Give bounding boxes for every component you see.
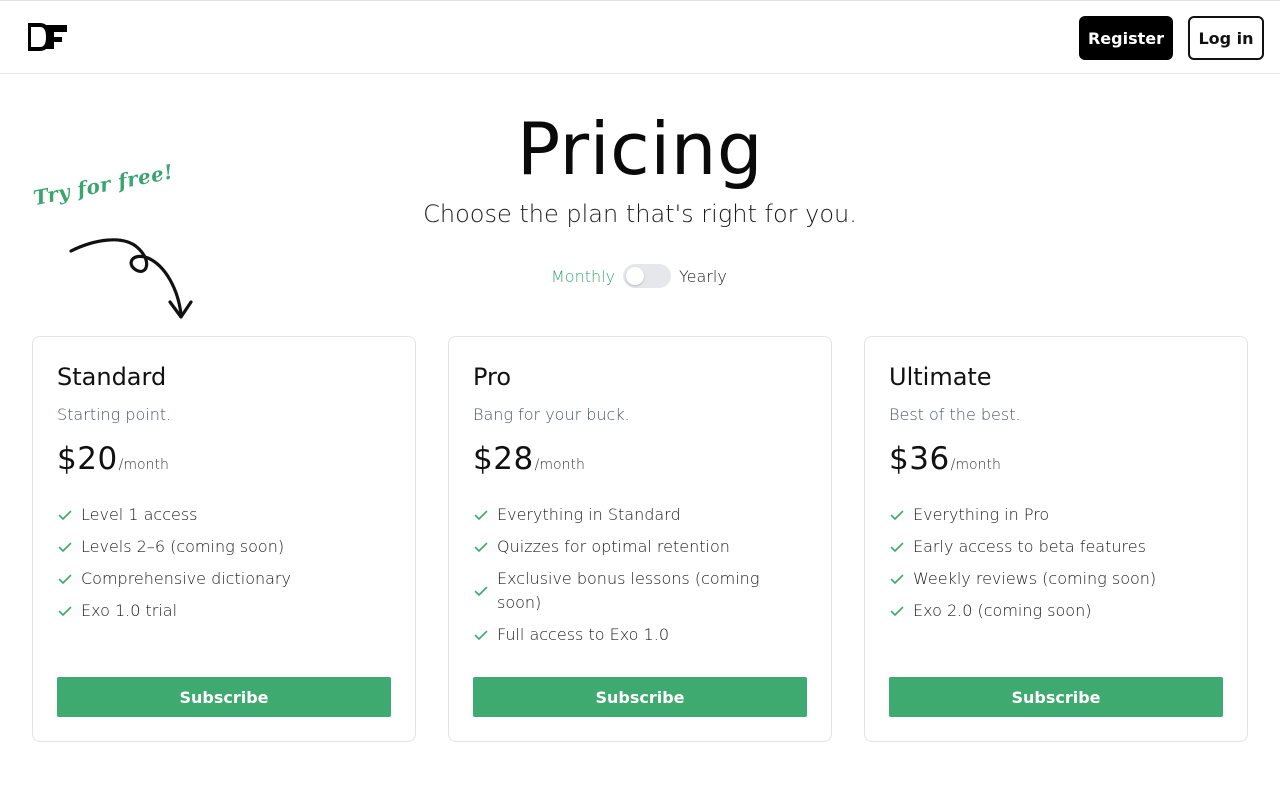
plan-card-standard: Standard Starting point. $20 /month Leve… (32, 336, 416, 742)
feature-item: Comprehensive dictionary (57, 567, 377, 591)
check-icon (58, 542, 72, 552)
feature-item: Weekly reviews (coming soon) (889, 567, 1209, 591)
feature-item: Levels 2–6 (coming soon) (57, 535, 377, 559)
site-header: Register Log in (0, 1, 1280, 74)
plan-price: $28 /month (473, 441, 585, 477)
check-icon (58, 606, 72, 616)
pricing-page: Register Log in Pricing Choose the plan … (0, 0, 1280, 800)
price-amount: $28 (473, 441, 534, 477)
feature-text: Quizzes for optimal retention (497, 537, 730, 556)
feature-text: Everything in Pro (913, 505, 1050, 524)
check-icon (474, 510, 488, 520)
feature-text: Full access to Exo 1.0 (497, 625, 669, 644)
feature-text: Levels 2–6 (coming soon) (81, 537, 285, 556)
plan-card-pro: Pro Bang for your buck. $28 /month Every… (448, 336, 832, 742)
price-amount: $36 (889, 441, 950, 477)
feature-text: Level 1 access (81, 505, 198, 524)
price-period: /month (534, 457, 585, 473)
price-period: /month (950, 457, 1001, 473)
switch-knob (626, 267, 644, 285)
plan-tagline: Bang for your buck. (473, 405, 630, 424)
check-icon (890, 606, 904, 616)
monthly-label[interactable]: Monthly (551, 267, 615, 286)
check-icon (474, 586, 488, 596)
check-icon (474, 630, 488, 640)
plan-name: Standard (57, 363, 167, 391)
check-icon (58, 574, 72, 584)
feature-item: Everything in Pro (889, 503, 1209, 527)
plan-tagline: Best of the best. (889, 405, 1021, 424)
df-logo-icon[interactable] (28, 23, 68, 51)
billing-toggle: Monthly Yearly (0, 263, 1280, 289)
feature-text: Exo 2.0 (coming soon) (913, 601, 1092, 620)
plan-price: $20 /month (57, 441, 169, 477)
feature-list: Everything in Pro Early access to beta f… (889, 503, 1209, 631)
login-button[interactable]: Log in (1188, 16, 1264, 60)
page-subtitle: Choose the plan that's right for you. (423, 200, 857, 228)
price-period: /month (118, 457, 169, 473)
billing-period-switch[interactable] (623, 264, 671, 288)
feature-text: Exclusive bonus lessons (coming soon) (497, 569, 760, 612)
feature-text: Exo 1.0 trial (81, 601, 178, 620)
feature-item: Everything in Standard (473, 503, 793, 527)
check-icon (890, 510, 904, 520)
plan-tagline: Starting point. (57, 405, 172, 424)
yearly-label[interactable]: Yearly (679, 267, 727, 286)
feature-text: Early access to beta features (913, 537, 1146, 556)
check-icon (474, 542, 488, 552)
feature-item: Full access to Exo 1.0 (473, 623, 793, 647)
plan-card-ultimate: Ultimate Best of the best. $36 /month Ev… (864, 336, 1248, 742)
register-button[interactable]: Register (1079, 16, 1173, 60)
feature-list: Everything in Standard Quizzes for optim… (473, 503, 793, 655)
feature-item: Exo 1.0 trial (57, 599, 377, 623)
feature-list: Level 1 access Levels 2–6 (coming soon) … (57, 503, 377, 631)
feature-text: Comprehensive dictionary (81, 569, 291, 588)
subscribe-button-ultimate[interactable]: Subscribe (889, 677, 1223, 717)
feature-item: Early access to beta features (889, 535, 1209, 559)
plan-name: Pro (473, 363, 512, 391)
feature-text: Weekly reviews (coming soon) (913, 569, 1157, 588)
check-icon (890, 542, 904, 552)
subscribe-button-standard[interactable]: Subscribe (57, 677, 391, 717)
feature-item: Quizzes for optimal retention (473, 535, 793, 559)
feature-item: Exclusive bonus lessons (coming soon) (473, 567, 793, 615)
check-icon (58, 510, 72, 520)
plan-price: $36 /month (889, 441, 1001, 477)
page-title: Pricing (516, 107, 764, 191)
price-amount: $20 (57, 441, 118, 477)
check-icon (890, 574, 904, 584)
feature-item: Exo 2.0 (coming soon) (889, 599, 1209, 623)
feature-text: Everything in Standard (497, 505, 681, 524)
feature-item: Level 1 access (57, 503, 377, 527)
subscribe-button-pro[interactable]: Subscribe (473, 677, 807, 717)
plan-name: Ultimate (889, 363, 992, 391)
